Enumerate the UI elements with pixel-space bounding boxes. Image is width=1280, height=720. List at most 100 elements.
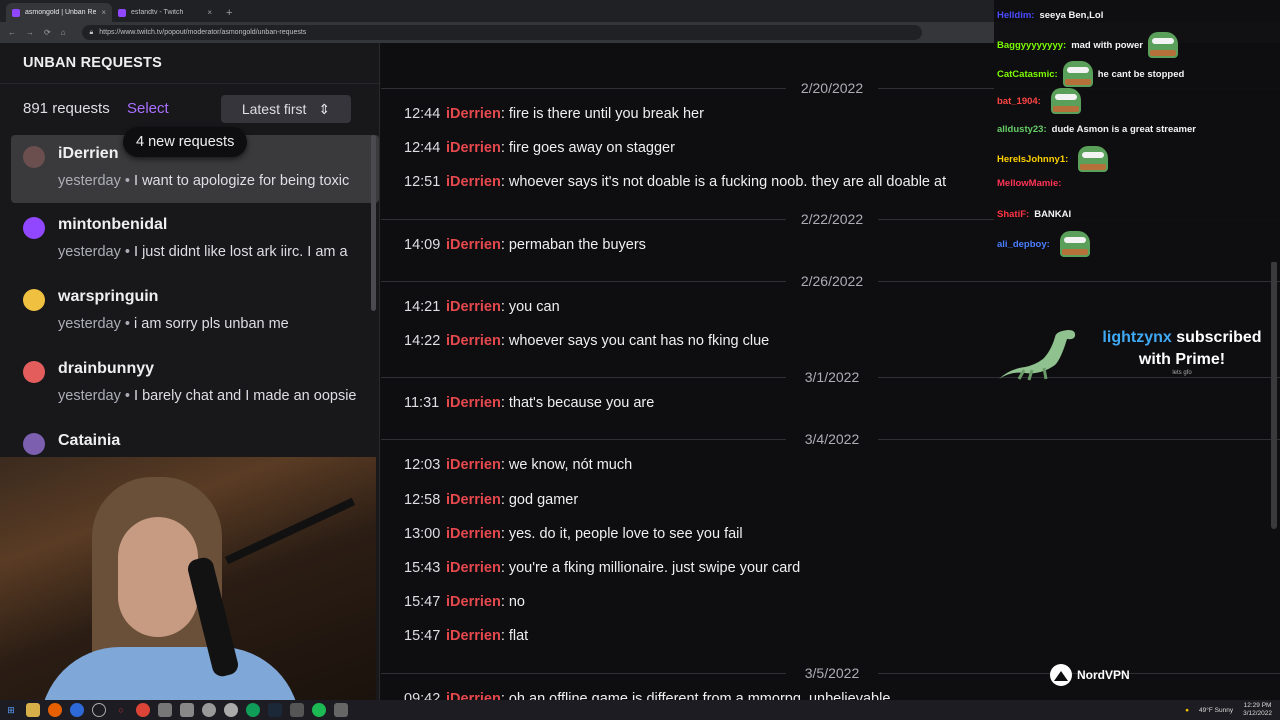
chat-message: 12:51 iDerrien: whoever says it's not doa… — [404, 174, 946, 190]
message-username[interactable]: iDerrien — [446, 299, 501, 315]
browser-tab-title: asmongold | Unban Requests — [25, 9, 97, 16]
app-icon[interactable] — [202, 703, 216, 717]
message-text: : fire is there until you break her — [500, 106, 704, 122]
windows-taskbar: ⊞ ○ ● 49°F Sunny 12:29 PM 3/12/2022 — [0, 700, 1280, 720]
overlay-chat-line: Helldim: seeya Ben,Lol — [997, 10, 1103, 21]
message-username[interactable]: iDerrien — [446, 237, 501, 253]
request-row[interactable]: mintonbenidal yesterday • I just didnt li… — [11, 206, 379, 278]
request-preview: yesterday • I barely chat and I made an … — [58, 388, 379, 404]
app-icon[interactable] — [180, 703, 194, 717]
folder-icon[interactable] — [26, 703, 40, 717]
sort-dropdown[interactable]: Latest first ⇕ — [221, 95, 351, 123]
close-tab-icon[interactable]: × — [207, 8, 212, 17]
message-time: 14:21 — [404, 298, 441, 315]
select-button[interactable]: Select — [127, 100, 169, 117]
message-username[interactable]: iDerrien — [446, 174, 501, 190]
message-text: : whoever says you cant has no fking clu… — [500, 333, 770, 349]
forward-icon[interactable]: → — [26, 28, 34, 37]
browser-tab-esfandtv[interactable]: esfandtv - Twitch × — [112, 3, 218, 22]
new-tab-button[interactable]: + — [218, 7, 240, 22]
spotify-icon[interactable] — [312, 703, 326, 717]
app-icon[interactable] — [224, 703, 238, 717]
message-username[interactable]: iDerrien — [446, 628, 501, 644]
date-divider: 3/5/2022 — [381, 664, 1280, 681]
message-username[interactable]: iDerrien — [446, 395, 501, 411]
date-label: 2/20/2022 — [786, 80, 878, 96]
message-text: : whoever says it's not doable is a fuck… — [500, 174, 947, 191]
system-clock[interactable]: 12:29 PM 3/12/2022 — [1243, 702, 1272, 718]
subscriber-name: lightzynx — [1102, 329, 1172, 346]
message-text: : we know, nót much — [500, 457, 633, 474]
message-username[interactable]: iDerrien — [446, 560, 501, 576]
app-icon[interactable] — [92, 703, 106, 717]
message-time: 14:22 — [404, 333, 441, 349]
overlay-chat-user: Baggyyyyyyyy: — [997, 39, 1067, 51]
windows-start-icon[interactable]: ⊞ — [4, 703, 18, 717]
message-time: 15:43 — [404, 560, 441, 576]
message-time: 12:51 — [404, 174, 441, 191]
firefox-icon[interactable] — [48, 703, 62, 717]
request-list-scrollbar[interactable] — [371, 135, 376, 311]
app-icon[interactable] — [290, 703, 304, 717]
weather-text: 49°F Sunny — [1199, 706, 1234, 714]
app-icon[interactable] — [334, 703, 348, 717]
date-label: 2/22/2022 — [786, 210, 878, 227]
sort-arrows-icon: ⇕ — [318, 100, 331, 117]
url-field[interactable]: 🔒︎ https://www.twitch.tv/popout/moderato… — [81, 25, 922, 40]
request-row[interactable]: warspringuin yesterday • i am sorry pls u… — [11, 278, 379, 350]
chat-message: 15:47 iDerrien: flat — [404, 628, 528, 644]
message-username[interactable]: iDerrien — [446, 492, 501, 508]
request-message: I want to apologize for being toxic — [134, 173, 350, 189]
chat-message: 15:47 iDerrien: no — [404, 594, 525, 610]
pepe-emote-icon — [1147, 32, 1178, 58]
message-username[interactable]: iDerrien — [446, 140, 501, 156]
weather-icon: ● — [1185, 706, 1190, 714]
overlay-chat-user: MellowMamie: — [997, 178, 1062, 189]
message-username[interactable]: iDerrien — [446, 526, 501, 542]
new-requests-pill[interactable]: 4 new requests — [123, 127, 248, 157]
overlay-chat-line: HereIsJohnny1: — [997, 146, 1109, 172]
back-icon[interactable]: ← — [8, 28, 16, 37]
date-divider: 3/4/2022 — [381, 431, 1280, 448]
chrome-icon[interactable] — [136, 703, 150, 717]
message-username[interactable]: iDerrien — [446, 457, 501, 473]
message-text: : no — [500, 594, 525, 611]
overlay-chat-text: he cant be stopped — [1097, 68, 1185, 80]
url-text: https://www.twitch.tv/popout/moderator/a… — [99, 29, 307, 36]
request-row[interactable]: drainbunnyy yesterday • I barely chat and… — [11, 350, 379, 422]
overlay-chat-line: Baggyyyyyyyy: mad with power — [997, 32, 1178, 58]
message-text: : flat — [500, 628, 529, 645]
close-tab-icon[interactable]: × — [101, 8, 106, 17]
app-icon[interactable] — [158, 703, 172, 717]
message-username[interactable]: iDerrien — [446, 106, 501, 122]
overlay-chat-text: BANKAI — [1034, 209, 1072, 220]
message-username[interactable]: iDerrien — [446, 594, 501, 610]
dinosaur-icon — [999, 330, 1076, 381]
separator-dot: • — [124, 244, 130, 260]
chrome-icon[interactable] — [246, 703, 260, 717]
date-label: 3/5/2022 — [786, 664, 878, 681]
sub-line1: subscribed — [1171, 329, 1262, 346]
system-tray: ● 49°F Sunny 12:29 PM 3/12/2022 — [1185, 700, 1272, 720]
sub-alert-text: lightzynx subscribed with Prime! — [1092, 327, 1272, 371]
sponsor-logo: NordVPN — [1050, 664, 1130, 686]
chat-message: 14:21 iDerrien: you can — [404, 299, 560, 315]
pepe-emote-icon — [1062, 61, 1093, 87]
home-icon[interactable]: ⌂ — [61, 28, 66, 37]
browser-tab-unban-requests[interactable]: asmongold | Unban Requests × — [6, 3, 112, 22]
message-time: 14:09 — [404, 236, 441, 253]
reload-icon[interactable]: ⟳ — [44, 28, 51, 37]
streamer-face — [118, 517, 198, 637]
app-icon[interactable]: ○ — [114, 703, 128, 717]
message-time: 15:47 — [404, 594, 441, 611]
chat-message: 15:43 iDerrien: you're a fking millionair… — [404, 560, 800, 576]
separator-dot: • — [124, 388, 130, 404]
steam-icon[interactable] — [268, 703, 282, 717]
app-icon[interactable] — [70, 703, 84, 717]
chat-message: 14:09 iDerrien: permaban the buyers — [404, 237, 646, 253]
overlay-chat-line: ShatiF: BANKAI — [997, 209, 1071, 220]
mic-arm — [224, 497, 356, 565]
message-username[interactable]: iDerrien — [446, 333, 501, 349]
chat-log-scrollbar[interactable] — [1271, 261, 1277, 529]
chat-message: 11:31 iDerrien: that's because you are — [404, 395, 654, 411]
